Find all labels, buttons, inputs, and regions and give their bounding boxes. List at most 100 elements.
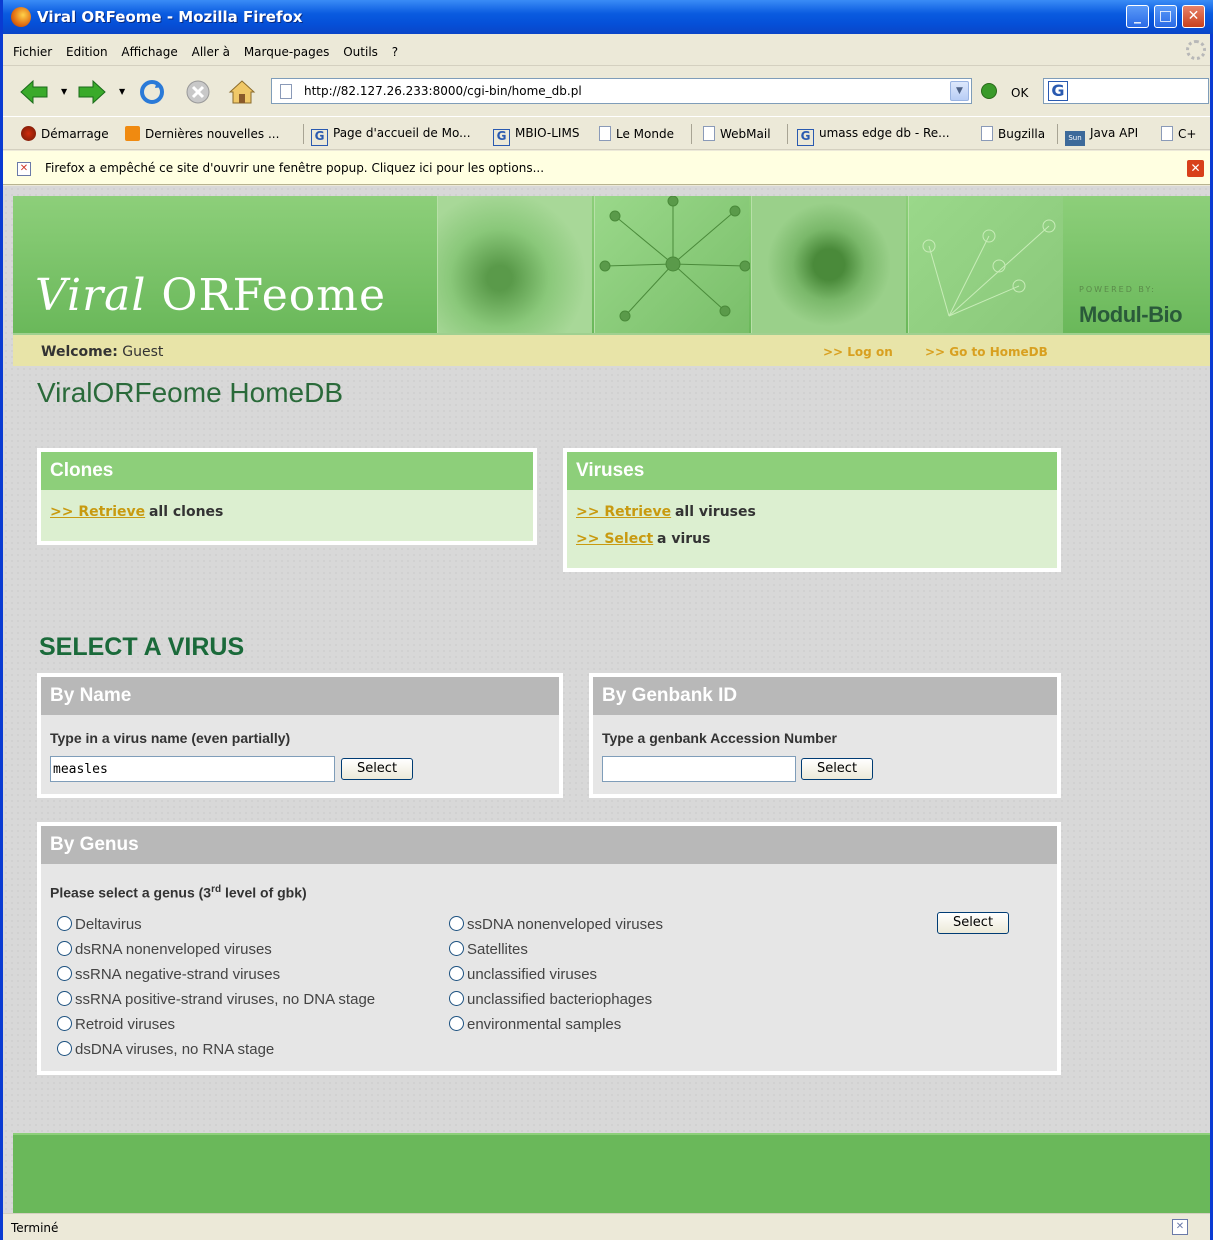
radio-icon[interactable] <box>449 991 464 1006</box>
radio-icon[interactable] <box>57 1041 72 1056</box>
maximize-icon: □ <box>1158 8 1173 24</box>
banner-images <box>437 195 1065 333</box>
google-icon: G <box>311 129 328 146</box>
radio-icon[interactable] <box>57 991 72 1006</box>
genus-option[interactable]: unclassified viruses <box>449 966 597 983</box>
bookmark-page-accueil[interactable]: G Page d'accueil de Mo... <box>311 126 471 146</box>
forward-arrow-icon[interactable] <box>77 79 107 105</box>
genus-option[interactable]: ssRNA positive-strand viruses, no DNA st… <box>57 991 375 1008</box>
stop-icon[interactable] <box>183 79 213 105</box>
page-title: ViralORFeome HomeDB <box>37 377 344 408</box>
by-name-panel: By Name Type in a virus name (even parti… <box>37 673 563 798</box>
throbber-icon <box>1186 40 1206 60</box>
viruses-panel: Viruses >> Retrieve all viruses >> Selec… <box>563 448 1061 572</box>
by-name-label: Type in a virus name (even partially) <box>50 730 291 746</box>
log-on-link[interactable]: >> Log on <box>823 345 893 359</box>
popup-close-icon[interactable]: ✕ <box>1187 160 1204 177</box>
retrieve-viruses-text: all viruses <box>674 504 756 520</box>
retrieve-clones-link[interactable]: >> Retrieve <box>50 504 145 520</box>
bookmark-java-api[interactable]: Sun Java API <box>1065 126 1138 146</box>
welcome-bar: Welcome: Guest >> Log on >> Go to HomeDB <box>13 333 1210 366</box>
radio-icon[interactable] <box>57 941 72 956</box>
radio-icon[interactable] <box>57 1016 72 1031</box>
powered-by-label: POWERED BY: <box>1079 285 1156 294</box>
bookmark-umass[interactable]: Gumass edge db - Re... <box>797 126 950 146</box>
minimize-icon: _ <box>1134 8 1141 24</box>
maximize-button[interactable]: □ <box>1154 5 1177 28</box>
genus-option[interactable]: unclassified bacteriophages <box>449 991 652 1008</box>
by-genus-panel: By Genus Please select a genus (3rd leve… <box>37 822 1061 1075</box>
url-bar[interactable]: http://82.127.26.233:8000/cgi-bin/home_d… <box>271 78 972 104</box>
radio-icon[interactable] <box>449 916 464 931</box>
bookmark-webmail[interactable]: WebMail <box>703 126 771 141</box>
genus-option[interactable]: environmental samples <box>449 1016 621 1033</box>
bookmark-demarrage[interactable]: Démarrage <box>21 126 109 141</box>
by-name-select-button[interactable]: Select <box>341 758 413 780</box>
go-button[interactable]: OK <box>1011 86 1028 100</box>
popup-blocked-icon: ✕ <box>17 162 31 176</box>
menu-marque-pages[interactable]: Marque-pages <box>244 45 330 59</box>
bookmark-le-monde[interactable]: Le Monde <box>599 126 674 141</box>
by-genbank-select-button[interactable]: Select <box>801 758 873 780</box>
page-icon <box>1161 126 1173 141</box>
genus-option[interactable]: dsDNA viruses, no RNA stage <box>57 1041 274 1058</box>
sun-icon: Sun <box>1065 131 1085 146</box>
rss-icon <box>125 126 140 141</box>
select-virus-link[interactable]: >> Select <box>576 531 653 547</box>
genus-option[interactable]: ssDNA nonenveloped viruses <box>449 916 663 933</box>
menu-fichier[interactable]: Fichier <box>13 45 52 59</box>
back-dropdown-icon[interactable]: ▼ <box>61 87 67 96</box>
genus-option[interactable]: dsRNA nonenveloped viruses <box>57 941 272 958</box>
genus-option[interactable]: Retroid viruses <box>57 1016 175 1033</box>
menu-help[interactable]: ? <box>392 45 398 59</box>
radio-icon[interactable] <box>57 966 72 981</box>
radio-icon[interactable] <box>449 966 464 981</box>
google-search-icon[interactable]: G <box>1048 81 1068 101</box>
virus-name-input[interactable] <box>50 756 335 782</box>
forward-dropdown-icon[interactable]: ▼ <box>119 87 125 96</box>
retrieve-viruses-link[interactable]: >> Retrieve <box>576 504 671 520</box>
page-icon <box>981 126 993 141</box>
menu-aller[interactable]: Aller à <box>192 45 230 59</box>
radio-icon[interactable] <box>57 916 72 931</box>
genbank-id-input[interactable] <box>602 756 796 782</box>
google-icon: G <box>797 129 814 146</box>
tissue-image <box>751 196 906 333</box>
search-input[interactable]: G <box>1043 78 1209 104</box>
reload-icon[interactable] <box>137 79 167 105</box>
genus-option[interactable]: Deltavirus <box>57 916 142 933</box>
select-virus-heading: SELECT A VIRUS <box>39 633 245 661</box>
radio-icon[interactable] <box>449 941 464 956</box>
home-icon[interactable] <box>227 79 257 105</box>
bookmark-cplus[interactable]: C+ <box>1161 126 1196 141</box>
go-icon[interactable] <box>981 83 997 99</box>
google-icon: G <box>493 129 510 146</box>
popup-blocked-status-icon[interactable]: ✕ <box>1172 1219 1188 1235</box>
modul-bio-logo[interactable]: Modul-Bio <box>1079 302 1183 328</box>
genus-option[interactable]: ssRNA negative-strand viruses <box>57 966 280 983</box>
popup-blocked-message[interactable]: Firefox a empêché ce site d'ouvrir une f… <box>45 161 544 175</box>
back-arrow-icon[interactable] <box>19 79 49 105</box>
firefox-icon <box>11 7 31 27</box>
by-name-header: By Name <box>41 677 559 715</box>
site-logo[interactable]: Viral ORFeome <box>35 270 386 321</box>
by-genus-select-button[interactable]: Select <box>937 912 1009 934</box>
bookmark-bugzilla[interactable]: Bugzilla <box>981 126 1045 141</box>
menu-outils[interactable]: Outils <box>343 45 378 59</box>
menu-edition[interactable]: Edition <box>66 45 108 59</box>
genus-option[interactable]: Satellites <box>449 941 528 958</box>
go-to-homedb-link[interactable]: >> Go to HomeDB <box>925 345 1048 359</box>
welcome-text: Welcome: Guest <box>41 344 164 360</box>
popup-blocked-bar[interactable]: ✕ Firefox a empêché ce site d'ouvrir une… <box>3 151 1210 185</box>
page-icon <box>280 84 292 99</box>
menu-affichage[interactable]: Affichage <box>121 45 177 59</box>
close-button[interactable]: ✕ <box>1182 5 1205 28</box>
radio-icon[interactable] <box>449 1016 464 1031</box>
minimize-button[interactable]: _ <box>1126 5 1149 28</box>
bookmark-separator <box>787 124 788 144</box>
url-dropdown-icon[interactable]: ▼ <box>950 81 969 101</box>
browser-window: Viral ORFeome - Mozilla Firefox _ □ ✕ Fi… <box>0 0 1213 1240</box>
bookmark-mbio-lims[interactable]: G MBIO-LIMS <box>493 126 579 146</box>
by-genus-header: By Genus <box>41 826 1057 864</box>
bookmark-nouvelles[interactable]: Dernières nouvelles ... <box>125 126 279 141</box>
